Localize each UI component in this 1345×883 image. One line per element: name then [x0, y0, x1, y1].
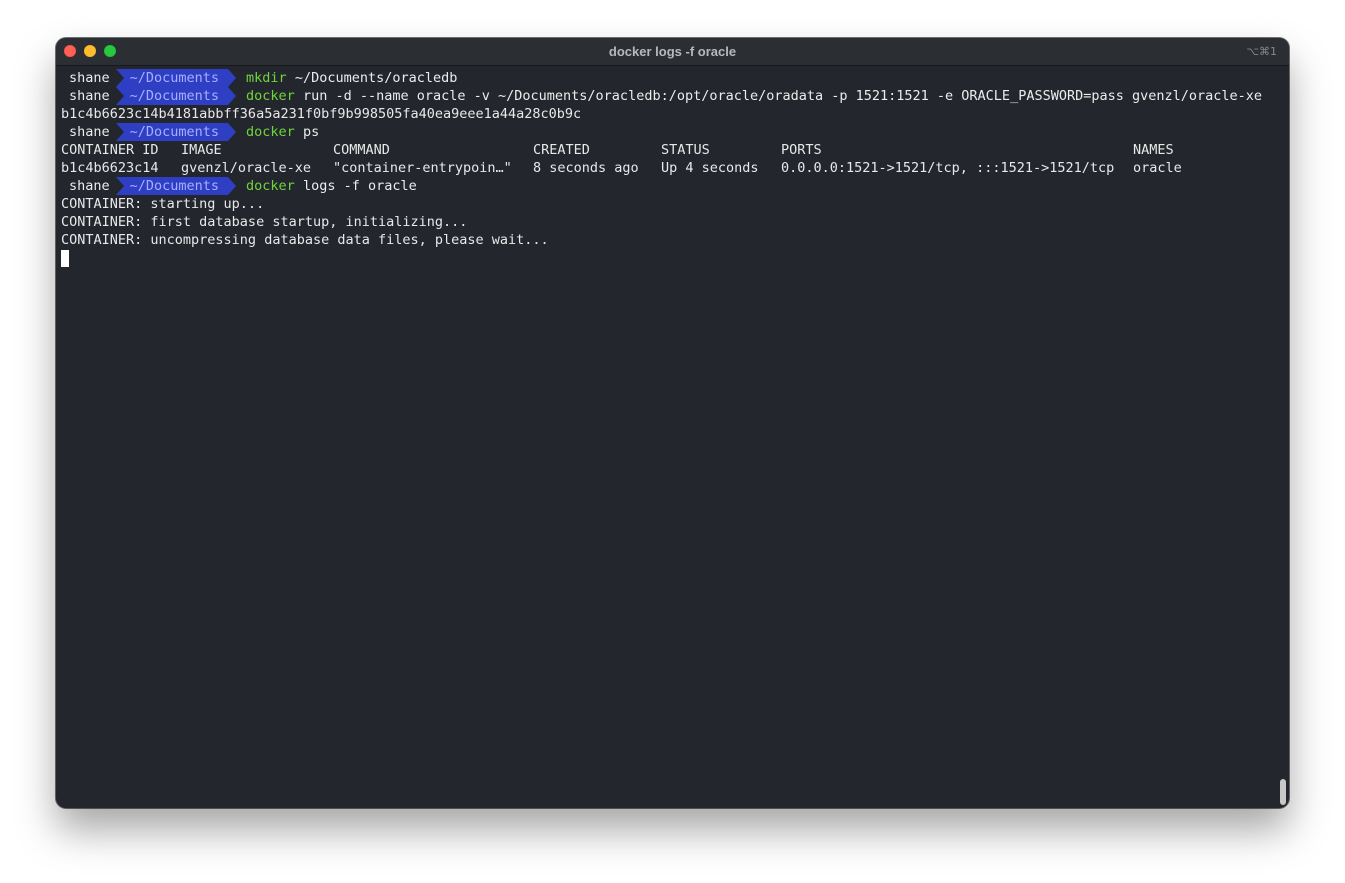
- ps-header-cell: CONTAINER ID: [61, 142, 159, 158]
- ps-header-row: CONTAINER ID IMAGE COMMAND CREATED STATUS POR…: [61, 141, 1275, 159]
- terminal-window: docker logs -f oracle ⌥⌘1 shane ~/Documen…: [56, 38, 1289, 808]
- cursor-line: [61, 249, 1275, 267]
- prompt-user: shane: [61, 177, 116, 195]
- output-line: CONTAINER: first database startup, initi…: [61, 214, 468, 230]
- window-title: docker logs -f oracle: [608, 44, 737, 59]
- ps-cell: "container-entrypoin…": [333, 160, 512, 176]
- ps-header-cell: CREATED: [533, 142, 590, 158]
- title-bar: docker logs -f oracle ⌥⌘1: [56, 38, 1289, 66]
- ps-cell: 0.0.0.0:1521->1521/tcp, :::1521->1521/tc…: [781, 160, 1115, 176]
- ps-cell: oracle: [1133, 160, 1182, 176]
- ps-header-cell: STATUS: [661, 142, 710, 158]
- ps-cell: b1c4b6623c14: [61, 160, 159, 176]
- command-name: docker: [246, 88, 295, 104]
- prompt-directory: ~/Documents: [115, 87, 237, 105]
- prompt-directory: ~/Documents: [115, 177, 237, 195]
- text-cursor: [61, 250, 69, 267]
- command-args: ps: [294, 124, 320, 140]
- output-line: CONTAINER: starting up...: [61, 196, 265, 212]
- command-args: ~/Documents/oracledb: [286, 70, 458, 86]
- ps-header-cell: COMMAND: [333, 142, 390, 158]
- ps-cell: gvenzl/oracle-xe: [181, 160, 312, 176]
- terminal-output[interactable]: shane ~/Documents mkdir ~/Documents/oracle…: [61, 69, 1275, 808]
- ps-header-cell: NAMES: [1133, 142, 1174, 158]
- prompt-line: shane ~/Documents docker logs -f oracle: [61, 177, 1275, 195]
- prompt-user: shane: [61, 123, 116, 141]
- command-args: logs -f oracle: [294, 178, 417, 194]
- command-name: docker: [246, 124, 295, 140]
- command-args: run -d --name oracle -v ~/Documents/orac…: [294, 88, 1263, 104]
- prompt-user: shane: [61, 87, 116, 105]
- prompt-line: shane ~/Documents docker run -d --name ora…: [61, 87, 1275, 105]
- output-line: CONTAINER: uncompressing database data f…: [61, 232, 549, 248]
- ps-header-cell: PORTS: [781, 142, 822, 158]
- vertical-scrollbar[interactable]: [1280, 779, 1286, 805]
- ps-cell: 8 seconds ago: [533, 160, 639, 176]
- ps-header-cell: IMAGE: [181, 142, 222, 158]
- prompt-line: shane ~/Documents mkdir ~/Documents/oracle…: [61, 69, 1275, 87]
- command-name: mkdir: [246, 70, 287, 86]
- prompt-line: shane ~/Documents docker ps: [61, 123, 1275, 141]
- window-shortcut-label: ⌥⌘1: [1246, 45, 1277, 58]
- ps-cell: Up 4 seconds: [661, 160, 759, 176]
- command-name: docker: [246, 178, 295, 194]
- ps-data-row: b1c4b6623c14 gvenzl/oracle-xe "container-e…: [61, 159, 1275, 177]
- prompt-directory: ~/Documents: [115, 69, 237, 87]
- output-line: b1c4b6623c14b4181abbff36a5a231f0bf9b9985…: [61, 106, 582, 122]
- prompt-directory: ~/Documents: [115, 123, 237, 141]
- prompt-user: shane: [61, 69, 116, 87]
